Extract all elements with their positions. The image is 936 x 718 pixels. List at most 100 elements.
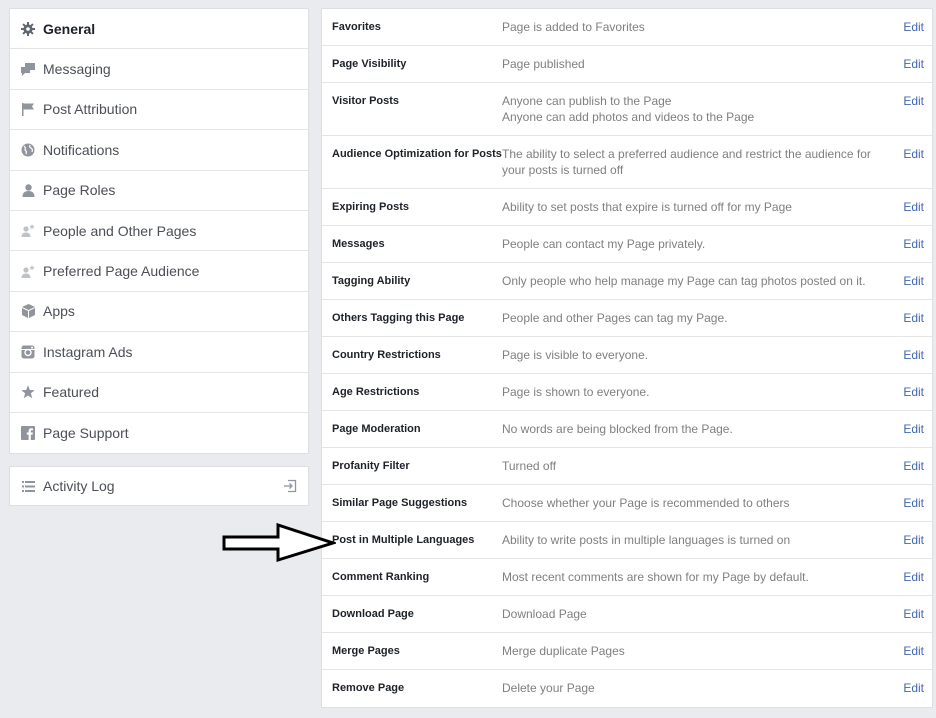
sidebar-item-post-attribution[interactable]: Post Attribution [10, 90, 308, 131]
edit-link[interactable]: Edit [886, 458, 924, 484]
setting-name: Merge Pages [332, 645, 400, 657]
settings-row-favorites[interactable]: Favorites Page is added to Favorites Edit [322, 9, 932, 46]
setting-name: Visitor Posts [332, 95, 400, 107]
edit-link[interactable]: Edit [886, 19, 924, 45]
sidebar-item-label: Page Support [43, 425, 129, 442]
sidebar-item-label: General [43, 20, 96, 37]
setting-name: Tagging Ability [332, 275, 411, 287]
settings-row-comment-ranking[interactable]: Comment Ranking Most recent comments are … [322, 559, 932, 596]
settings-row-profanity-filter[interactable]: Profanity Filter Turned off Edit [322, 448, 932, 485]
setting-name: Similar Page Suggestions [332, 497, 468, 509]
setting-description: Ability to set posts that expire is turn… [502, 199, 886, 225]
setting-name: Page Moderation [332, 423, 421, 435]
activity-log-label: Activity Log [43, 478, 115, 494]
setting-description-line: Choose whether your Page is recommended … [502, 496, 790, 510]
setting-name: Download Page [332, 608, 414, 620]
settings-row-audience-optimization-for-posts[interactable]: Audience Optimization for Posts The abili… [322, 136, 932, 189]
setting-description-line: The ability to select a preferred audien… [502, 147, 871, 177]
sidebar-item-notifications[interactable]: Notifications [10, 130, 308, 171]
settings-row-age-restrictions[interactable]: Age Restrictions Page is shown to everyon… [322, 374, 932, 411]
setting-description-line: Only people who help manage my Page can … [502, 274, 866, 288]
person-icon [21, 183, 35, 197]
edit-link[interactable]: Edit [886, 421, 924, 447]
sidebar-item-label: Post Attribution [43, 101, 138, 118]
setting-description: Ability to write posts in multiple langu… [502, 532, 886, 558]
edit-link[interactable]: Edit [886, 199, 924, 225]
settings-row-visitor-posts[interactable]: Visitor Posts Anyone can publish to the P… [322, 83, 932, 136]
exit-icon[interactable] [283, 479, 297, 493]
setting-description: Page is added to Favorites [502, 19, 886, 45]
setting-description-line: People can contact my Page privately. [502, 237, 706, 251]
sidebar-item-instagram-ads[interactable]: Instagram Ads [10, 332, 308, 373]
settings-row-similar-page-suggestions[interactable]: Similar Page Suggestions Choose whether y… [322, 485, 932, 522]
setting-name: Favorites [332, 21, 381, 33]
gear-icon [21, 21, 35, 36]
edit-link[interactable]: Edit [886, 569, 924, 595]
setting-description-line: No words are being blocked from the Page… [502, 422, 733, 436]
sidebar-item-messaging[interactable]: Messaging [10, 49, 308, 90]
settings-row-remove-page[interactable]: Remove Page Delete your Page Edit [322, 670, 932, 707]
sidebar-item-people-and-other-pages[interactable]: People and Other Pages [10, 211, 308, 252]
setting-description-line: Page is added to Favorites [502, 20, 645, 34]
sidebar-item-preferred-page-audience[interactable]: Preferred Page Audience [10, 251, 308, 292]
facebook-icon [21, 426, 35, 441]
setting-description-line: People and other Pages can tag my Page. [502, 311, 728, 325]
list-icon [21, 479, 35, 493]
settings-row-merge-pages[interactable]: Merge Pages Merge duplicate Pages Edit [322, 633, 932, 670]
setting-description: Page is shown to everyone. [502, 384, 886, 410]
settings-row-country-restrictions[interactable]: Country Restrictions Page is visible to e… [322, 337, 932, 374]
person-star-icon [21, 224, 35, 238]
edit-link[interactable]: Edit [886, 606, 924, 632]
edit-link[interactable]: Edit [886, 495, 924, 521]
setting-description-line: Page is visible to everyone. [502, 348, 649, 362]
setting-description: Page is visible to everyone. [502, 347, 886, 373]
setting-description: Download Page [502, 606, 886, 632]
sidebar-item-label: Messaging [43, 61, 111, 78]
setting-description-line: Ability to set posts that expire is turn… [502, 200, 792, 214]
sidebar-item-page-support[interactable]: Page Support [10, 413, 308, 453]
edit-link[interactable]: Edit [886, 532, 924, 558]
setting-name: Others Tagging this Page [332, 312, 465, 324]
setting-name: Messages [332, 238, 385, 250]
settings-row-tagging-ability[interactable]: Tagging Ability Only people who help mana… [322, 263, 932, 300]
settings-row-page-moderation[interactable]: Page Moderation No words are being blocke… [322, 411, 932, 448]
setting-description: People and other Pages can tag my Page. [502, 310, 886, 336]
edit-link[interactable]: Edit [886, 347, 924, 373]
edit-link[interactable]: Edit [886, 680, 924, 707]
instagram-icon [21, 345, 35, 359]
edit-link[interactable]: Edit [886, 236, 924, 262]
edit-link[interactable]: Edit [886, 273, 924, 299]
setting-description-line: Delete your Page [502, 681, 595, 695]
setting-description-line: Download Page [502, 607, 587, 621]
edit-link[interactable]: Edit [886, 93, 924, 135]
setting-description: Page published [502, 56, 886, 82]
edit-link[interactable]: Edit [886, 643, 924, 669]
settings-row-expiring-posts[interactable]: Expiring Posts Ability to set posts that … [322, 189, 932, 226]
settings-row-post-in-multiple-languages[interactable]: Post in Multiple Languages Ability to wri… [322, 522, 932, 559]
settings-row-page-visibility[interactable]: Page Visibility Page published Edit [322, 46, 932, 83]
sidebar-item-featured[interactable]: Featured [10, 373, 308, 413]
setting-name: Audience Optimization for Posts [332, 148, 502, 160]
edit-link[interactable]: Edit [886, 384, 924, 410]
sidebar-item-label: Featured [43, 384, 100, 401]
sidebar-item-general[interactable]: General [10, 9, 308, 50]
setting-name: Expiring Posts [332, 201, 410, 213]
star-icon [21, 385, 35, 399]
setting-description: The ability to select a preferred audien… [502, 146, 886, 188]
setting-description: No words are being blocked from the Page… [502, 421, 886, 447]
sidebar-item-apps[interactable]: Apps [10, 292, 308, 333]
setting-name: Age Restrictions [332, 386, 420, 398]
setting-description: Choose whether your Page is recommended … [502, 495, 886, 521]
edit-link[interactable]: Edit [886, 56, 924, 82]
activity-log-link[interactable]: Activity Log [9, 466, 309, 506]
sidebar-item-label: Apps [43, 303, 75, 320]
settings-row-download-page[interactable]: Download Page Download Page Edit [322, 596, 932, 633]
settings-row-messages[interactable]: Messages People can contact my Page priva… [322, 226, 932, 263]
setting-description: Anyone can publish to the Page Anyone can… [502, 93, 886, 135]
flag-icon [21, 102, 35, 116]
sidebar-item-label: Page Roles [43, 182, 116, 199]
sidebar-item-page-roles[interactable]: Page Roles [10, 171, 308, 211]
edit-link[interactable]: Edit [886, 146, 924, 188]
settings-row-others-tagging-this-page[interactable]: Others Tagging this Page People and other… [322, 300, 932, 337]
edit-link[interactable]: Edit [886, 310, 924, 336]
